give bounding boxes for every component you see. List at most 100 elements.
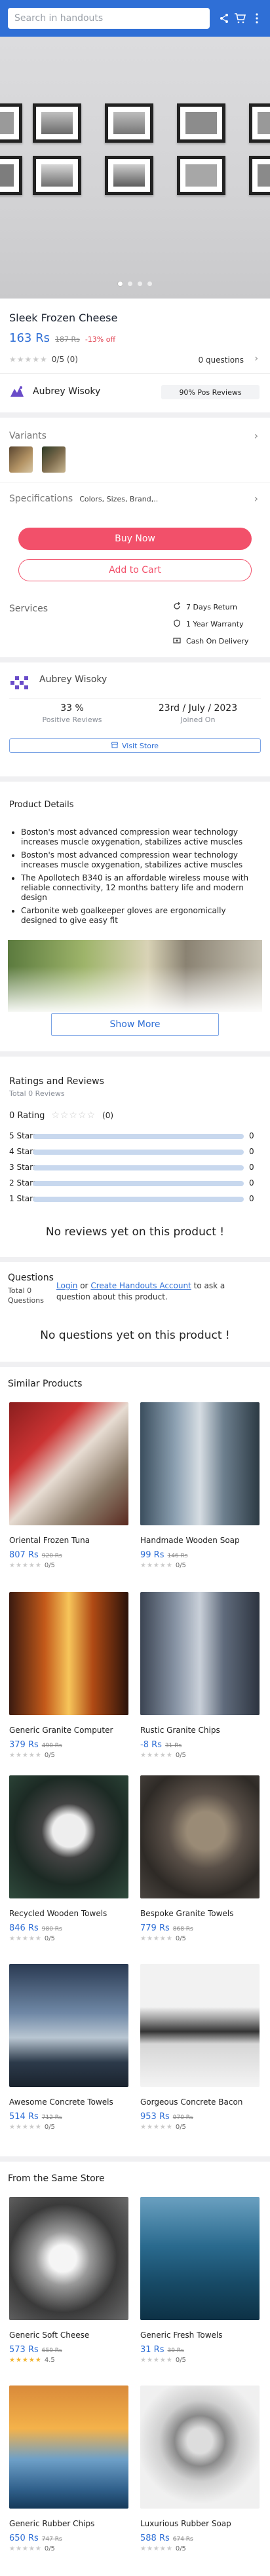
product-name[interactable]: Gorgeous Concrete Bacon	[140, 2097, 242, 2107]
rating-stars: ★★★★★	[9, 2124, 42, 2131]
frame-image	[177, 103, 225, 143]
product-image[interactable]	[9, 1775, 128, 1898]
discount-badge: -13% off	[85, 335, 116, 344]
product-name[interactable]: Generic Rubber Chips	[9, 2519, 94, 2528]
product-price: 379 Rs	[9, 1740, 39, 1750]
positive-percent: 33 %	[60, 703, 84, 714]
product-price: 846 Rs	[9, 1923, 39, 1933]
product-price: 807 Rs	[9, 1550, 39, 1560]
rating-row-count: 0	[249, 1178, 254, 1188]
product-name[interactable]: Generic Granite Computer	[9, 1726, 113, 1735]
product-price: 31 Rs	[140, 2345, 164, 2355]
product-rating: 0/5	[44, 1935, 55, 1942]
frame-image	[0, 156, 22, 195]
rating-stars: ★★★★★	[140, 1935, 173, 1942]
chevron-right-icon[interactable]: ›	[254, 492, 258, 505]
product-image[interactable]	[9, 1964, 128, 2087]
product-name[interactable]: Bespoke Granite Towels	[140, 1909, 233, 1918]
rating-stars: ★★★★★	[140, 2357, 173, 2364]
rating-row-count: 0	[249, 1163, 254, 1172]
product-image[interactable]	[140, 1964, 260, 2087]
similar-products-title: Similar Products	[8, 1379, 83, 1389]
product-name[interactable]: Handmade Wooden Soap	[140, 1536, 240, 1545]
product-price: 779 Rs	[140, 1923, 170, 1933]
no-questions-message: No questions yet on this product !	[40, 1329, 230, 1342]
cart-icon[interactable]	[232, 9, 248, 27]
services-label: Services	[9, 604, 48, 614]
seller-name[interactable]: Aubrey Wisoky	[39, 674, 107, 685]
create-account-link[interactable]: Create Handouts Account	[90, 1281, 191, 1290]
product-old-price: 659 Rs	[41, 2348, 62, 2354]
details-image	[8, 940, 262, 1012]
product-rating: 0/5	[175, 1562, 186, 1569]
carousel-dot[interactable]	[118, 281, 123, 286]
product-image[interactable]	[9, 2386, 128, 2509]
divider	[0, 776, 270, 782]
product-name[interactable]: Recycled Wooden Towels	[9, 1909, 107, 1918]
carousel-dots[interactable]	[0, 281, 270, 286]
buy-now-button[interactable]: Buy Now	[18, 528, 252, 550]
product-old-price: 712 Rs	[41, 2114, 62, 2121]
share-icon[interactable]	[216, 9, 232, 27]
seller-name[interactable]: Aubrey Wisoky	[33, 386, 100, 397]
same-store-title: From the Same Store	[8, 2173, 105, 2184]
product-rating: 0/5	[175, 2357, 186, 2364]
product-name[interactable]: Luxurious Rubber Soap	[140, 2519, 231, 2528]
service-item: 7 Days Return	[186, 603, 237, 611]
product-price: 514 Rs	[9, 2112, 39, 2122]
rating-row-count: 0	[249, 1147, 254, 1156]
product-name[interactable]: Oriental Frozen Tuna	[9, 1536, 90, 1545]
product-name[interactable]: Generic Soft Cheese	[9, 2331, 89, 2340]
search-placeholder: Search in handouts	[14, 13, 104, 24]
warranty-icon	[173, 619, 181, 629]
product-old-price: 868 Rs	[172, 1926, 193, 1932]
product-image[interactable]	[9, 2197, 128, 2320]
more-menu-icon[interactable]	[249, 9, 265, 27]
product-old-price: 674 Rs	[172, 2536, 193, 2543]
product-page: { "header": {"search_placeholder": "Sear…	[0, 0, 270, 2576]
product-image[interactable]	[9, 1402, 128, 1525]
product-name[interactable]: Awesome Concrete Towels	[9, 2097, 113, 2107]
product-image[interactable]	[140, 1592, 260, 1715]
chevron-right-icon[interactable]: ›	[254, 354, 258, 364]
carousel-dot[interactable]	[147, 281, 152, 286]
service-item: 1 Year Warranty	[186, 620, 244, 628]
variant-thumbnail[interactable]	[42, 446, 66, 473]
product-name[interactable]: Rustic Granite Chips	[140, 1726, 220, 1735]
rating-row-count: 0	[249, 1131, 254, 1140]
rating-bar	[33, 1181, 244, 1186]
product-old-price: 490 Rs	[41, 1743, 62, 1749]
frame-image	[249, 103, 270, 143]
product-image-carousel[interactable]	[0, 37, 270, 299]
chevron-right-icon[interactable]: ›	[254, 429, 258, 442]
product-name[interactable]: Generic Fresh Towels	[140, 2331, 223, 2340]
login-link[interactable]: Login	[56, 1281, 77, 1290]
variants-label: Variants	[9, 431, 47, 441]
product-image[interactable]	[140, 1402, 260, 1525]
rating-stars: ★★★★★	[140, 2545, 173, 2552]
product-price: 163 Rs	[9, 331, 50, 345]
carousel-dot[interactable]	[138, 281, 142, 286]
product-image[interactable]	[140, 2197, 260, 2320]
frame-image	[105, 156, 153, 195]
product-image[interactable]	[140, 2386, 260, 2509]
questions-count[interactable]: 0 questions	[198, 355, 244, 365]
joined-label: Joined On	[180, 716, 216, 724]
variant-thumbnail[interactable]	[9, 446, 33, 473]
rating-stars: ★★★★★	[9, 2357, 42, 2364]
service-item: Cash On Delivery	[186, 637, 249, 645]
rating-stars: ★★★★★	[9, 2545, 42, 2552]
product-image[interactable]	[9, 1592, 128, 1715]
carousel-dot[interactable]	[128, 281, 132, 286]
product-image[interactable]	[140, 1775, 260, 1898]
visit-store-button[interactable]: Visit Store	[9, 738, 261, 753]
add-to-cart-button[interactable]: Add to Cart	[18, 559, 252, 581]
search-input[interactable]: Search in handouts	[8, 8, 210, 29]
product-title: Sleek Frozen Cheese	[9, 312, 118, 324]
top-bar: Search in handouts	[0, 0, 270, 37]
product-details-title: Product Details	[9, 800, 74, 810]
rating-stars: ★★★★★	[140, 1752, 173, 1759]
details-bullet: Boston's most advanced compression wear …	[21, 827, 257, 847]
show-more-button[interactable]: Show More	[51, 1013, 219, 1036]
rating-bar	[33, 1165, 244, 1170]
